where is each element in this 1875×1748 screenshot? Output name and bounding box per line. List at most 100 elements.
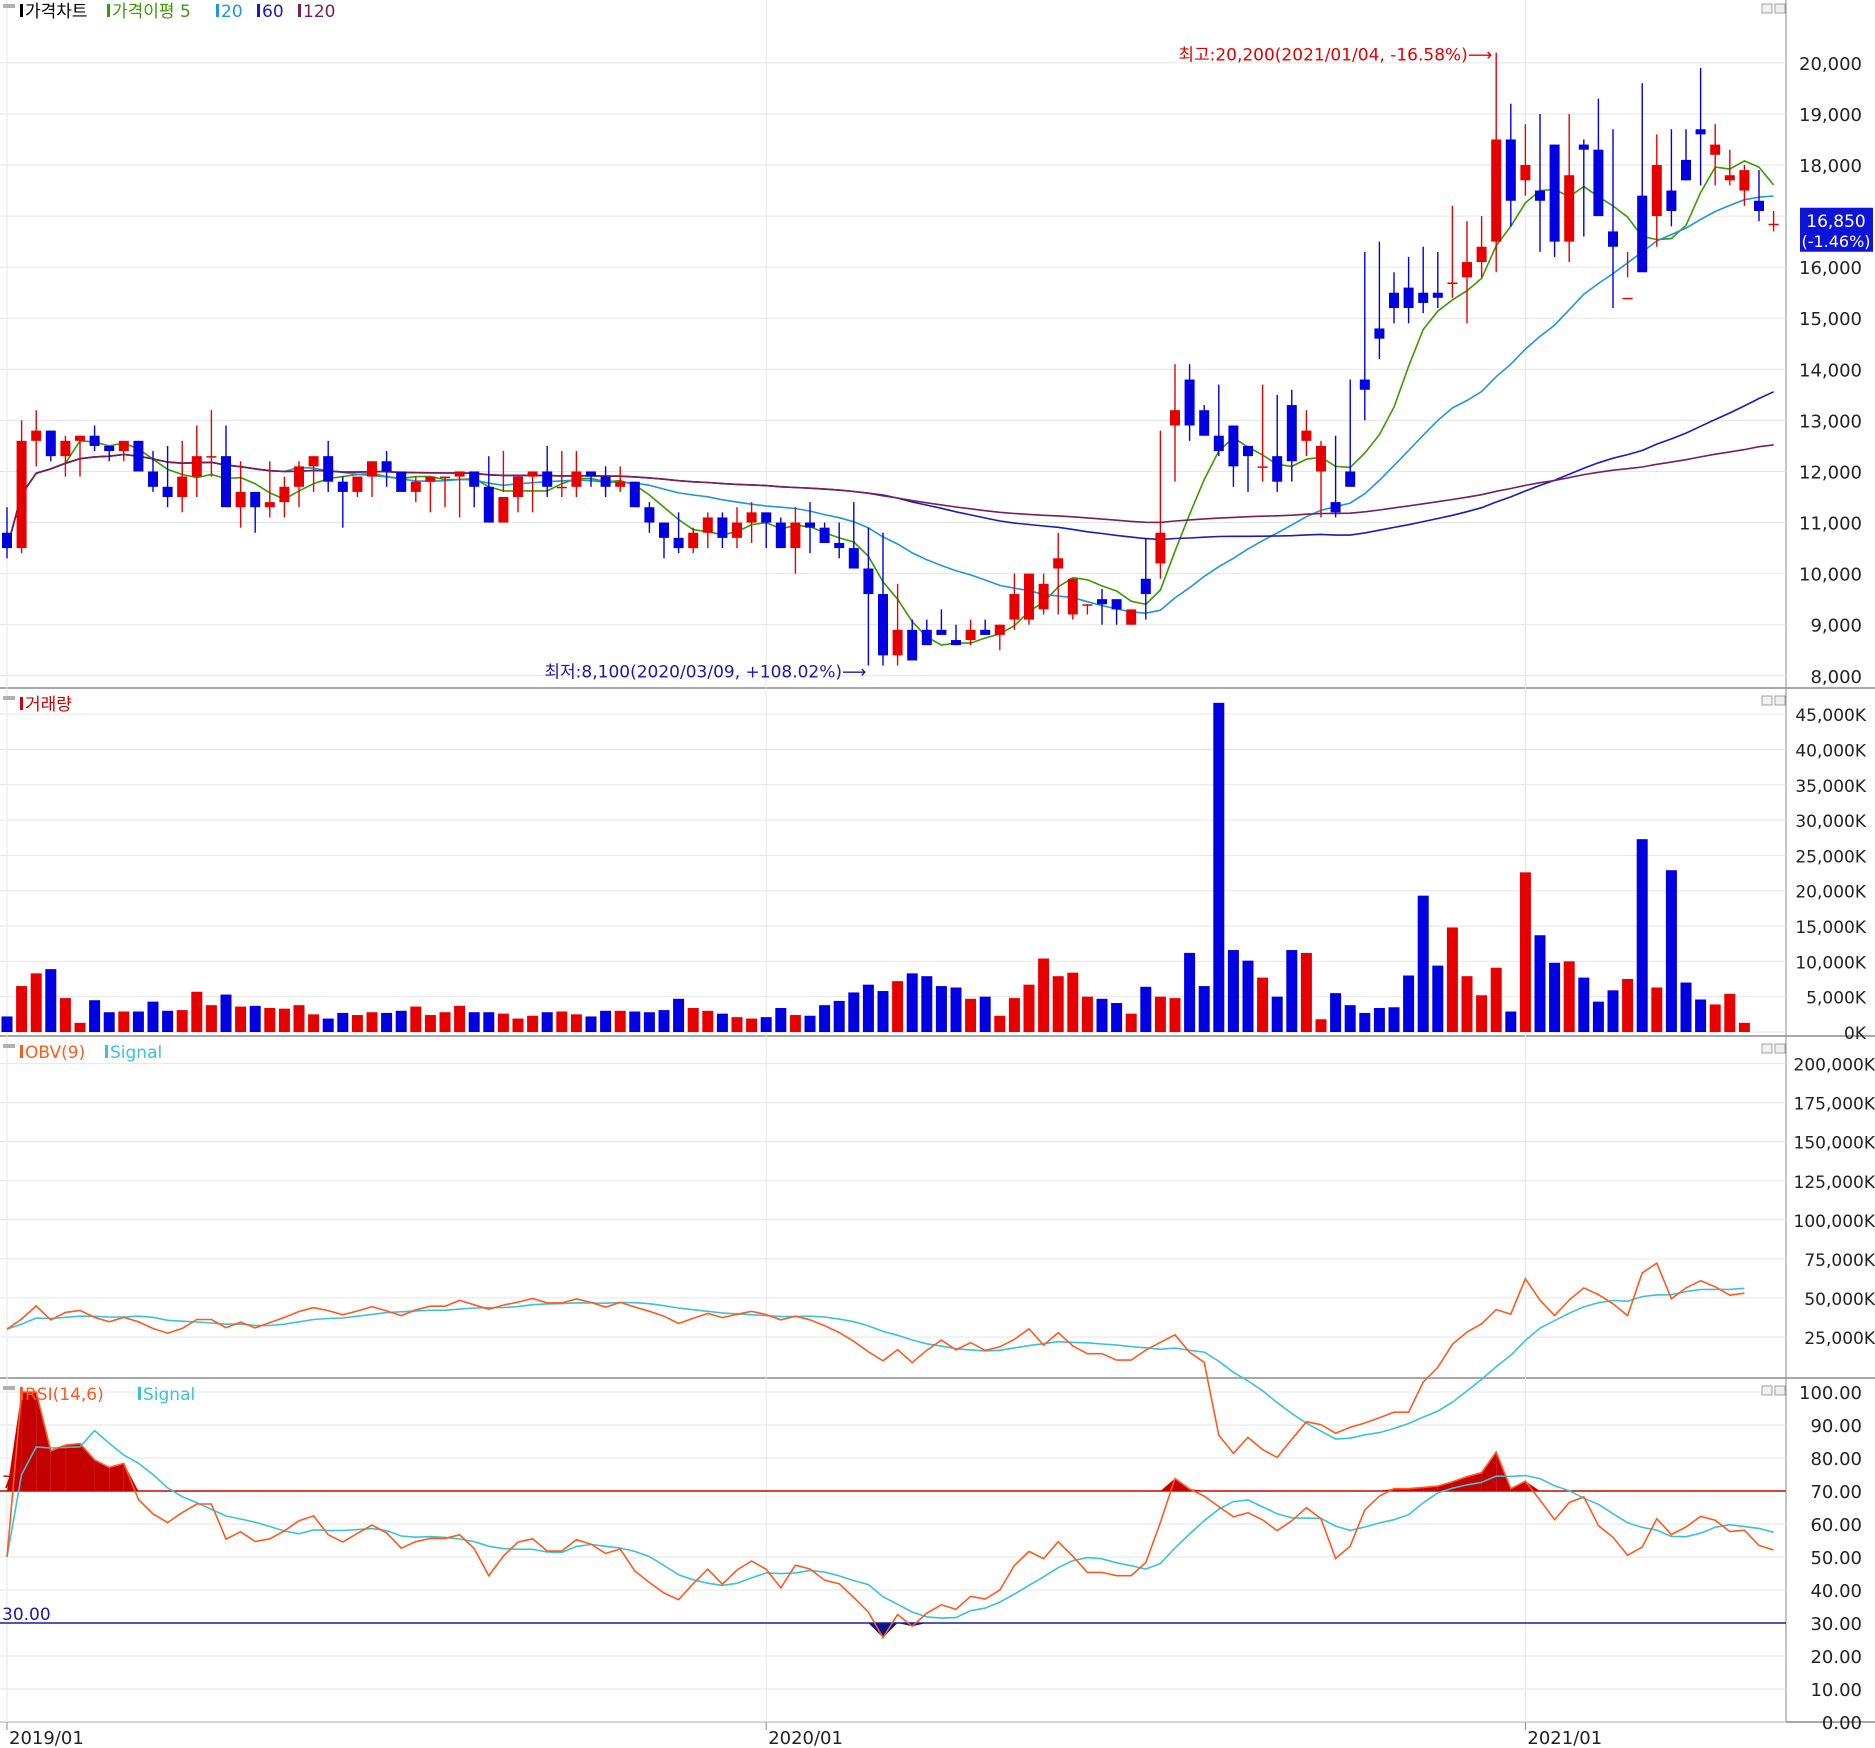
candle-body — [1681, 159, 1691, 181]
candle-body — [1768, 223, 1779, 226]
candle-body — [1257, 466, 1268, 468]
current-price-value: 16,850 — [1806, 212, 1865, 232]
volume-bar — [1096, 998, 1108, 1032]
candle-body — [410, 481, 421, 492]
candle-body — [1024, 573, 1034, 620]
volume-bar — [176, 1010, 188, 1032]
candle-body — [1608, 231, 1618, 247]
obv-tick-label: 150,000K — [1794, 1134, 1875, 1154]
rsi-tick-label: 50.00 — [1810, 1548, 1862, 1569]
volume-bar — [249, 1005, 261, 1032]
volume-bar — [1724, 993, 1736, 1032]
volume-bar — [395, 1010, 407, 1032]
panel-close-icon[interactable] — [1774, 1043, 1786, 1054]
volume-bar — [1330, 993, 1342, 1032]
candle-body — [148, 471, 158, 487]
volume-bar — [702, 1010, 714, 1032]
candle-body — [1097, 599, 1107, 605]
candle-body — [1184, 379, 1195, 426]
candle-body — [644, 507, 655, 523]
volume-tick-label: 5,000K — [1806, 989, 1867, 1009]
legend-label: RSI(14,6) — [25, 1385, 104, 1405]
high-annotation: 최고:20,200(2021/01/04, -16.58%)⟶ — [1178, 46, 1492, 66]
rsi-tick-label: 80.00 — [1810, 1449, 1862, 1470]
candle-body — [1491, 139, 1502, 242]
volume-bar — [643, 1012, 655, 1032]
volume-bar — [1417, 895, 1429, 1032]
price-tick-label: 14,000 — [1799, 360, 1862, 381]
candle-body — [1301, 430, 1312, 441]
candle-body — [542, 471, 553, 487]
volume-bar — [483, 1012, 495, 1032]
candle-body — [294, 466, 304, 487]
candle-body — [556, 486, 567, 489]
candle-body — [1724, 175, 1735, 181]
price-tick-label: 18,000 — [1799, 156, 1862, 177]
volume-bar — [191, 991, 203, 1032]
candle-body — [629, 481, 640, 508]
panel-minimize-icon[interactable] — [1761, 3, 1773, 14]
volume-bar — [1227, 950, 1239, 1032]
candle-body — [688, 532, 699, 549]
x-tick-label: 2021/01 — [1527, 1728, 1602, 1748]
volume-bar — [1636, 839, 1648, 1032]
candle-body — [907, 629, 918, 661]
volume-bar — [658, 1010, 670, 1032]
volume-bar — [59, 998, 71, 1032]
panel-minimize-icon[interactable] — [1761, 1043, 1773, 1054]
volume-bar — [308, 1014, 320, 1032]
candle-body — [513, 476, 523, 498]
volume-bar — [366, 1012, 378, 1032]
legend-label: 60 — [262, 2, 284, 22]
candle-body — [279, 486, 290, 503]
candle-body — [527, 471, 538, 477]
candle-body — [1286, 405, 1297, 462]
candle-body — [1418, 292, 1429, 303]
panel-minimize-icon[interactable] — [1761, 695, 1773, 706]
volume-bar — [337, 1012, 349, 1032]
volume-tick-label: 10,000K — [1795, 953, 1866, 973]
rsi-tick-label: 70.00 — [1810, 1482, 1862, 1503]
candle-body — [352, 476, 363, 492]
candle-body — [980, 629, 991, 635]
candle-body — [469, 471, 480, 487]
obv-tick-label: 200,000K — [1794, 1056, 1875, 1076]
candle-body — [819, 527, 830, 543]
candle-body — [498, 497, 509, 523]
panel-collapse-icon — [3, 1386, 15, 1390]
candle-body — [1345, 471, 1356, 487]
panel-close-icon[interactable] — [1774, 1385, 1786, 1396]
legend-label: 거래량 — [25, 695, 72, 715]
volume-bar — [118, 1011, 130, 1032]
candle-body — [367, 461, 377, 477]
candle-body — [863, 568, 874, 595]
price-tick-label: 13,000 — [1799, 411, 1862, 432]
candle-body — [235, 491, 246, 508]
volume-tick-label: 15,000K — [1795, 918, 1866, 938]
legend-label: 20 — [221, 2, 243, 22]
panel-close-icon[interactable] — [1774, 3, 1786, 14]
candle-body — [45, 430, 56, 457]
panel-minimize-icon[interactable] — [1761, 1385, 1773, 1396]
candle-body — [1374, 328, 1385, 339]
volume-tick-label: 0K — [1844, 1024, 1867, 1044]
volume-bar — [1344, 1005, 1356, 1032]
obv-tick-label: 175,000K — [1794, 1095, 1875, 1115]
candle-body — [1432, 292, 1443, 298]
volume-bar — [716, 1013, 728, 1032]
candle-body — [702, 517, 713, 533]
volume-bar — [950, 987, 962, 1032]
volume-bar — [1622, 979, 1634, 1032]
candle-body — [75, 435, 85, 441]
candle-body — [104, 445, 115, 452]
low-annotation: 최저:8,100(2020/03/09, +108.02%)⟶ — [544, 663, 866, 683]
volume-bar — [205, 1005, 217, 1032]
price-tick-label: 12,000 — [1799, 462, 1862, 483]
volume-bar — [1140, 986, 1152, 1032]
panel-close-icon[interactable] — [1774, 695, 1786, 706]
volume-bar — [673, 998, 685, 1032]
candle-body — [396, 471, 407, 492]
obv-tick-label: 50,000K — [1804, 1290, 1875, 1310]
candle-body — [60, 440, 71, 457]
legend-marker — [20, 697, 23, 710]
